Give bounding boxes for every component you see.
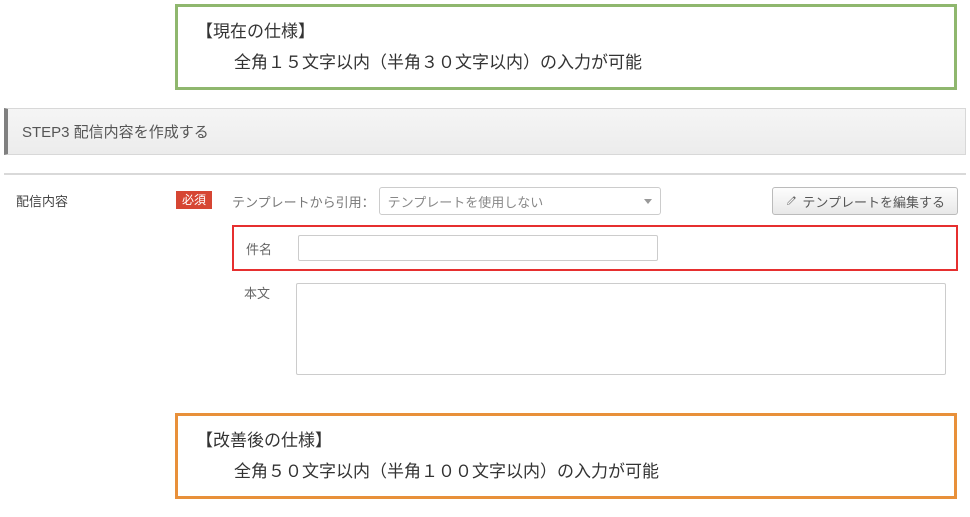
template-label: テンプレートから引用： [232, 192, 375, 211]
subject-label: 件名 [246, 239, 288, 258]
chevron-down-icon [644, 199, 652, 204]
template-select-value: テンプレートを使用しない [388, 192, 544, 211]
callout-improved-desc: 全角５０文字以内（半角１００文字以内）の入力が可能 [196, 457, 936, 482]
subject-row-highlight: 件名 [232, 225, 958, 271]
body-label: 本文 [244, 283, 286, 302]
edit-template-label: テンプレートを編集する [802, 192, 945, 211]
template-select[interactable]: テンプレートを使用しない [379, 187, 661, 215]
subject-input[interactable] [298, 235, 658, 261]
required-badge: 必須 [176, 191, 212, 209]
callout-improved-title: 【改善後の仕様】 [196, 426, 936, 451]
callout-current-title: 【現在の仕様】 [196, 17, 936, 42]
edit-template-button[interactable]: テンプレートを編集する [772, 187, 958, 215]
left-column: 配信内容 必須 [4, 175, 224, 226]
body-row: 本文 [232, 279, 958, 379]
callout-current-desc: 全角１５文字以内（半角３０文字以内）の入力が可能 [196, 48, 936, 73]
body-textarea[interactable] [296, 283, 946, 375]
form-panel: 配信内容 必須 テンプレートから引用： テンプレートを使用しない テンプレートを… [4, 173, 966, 387]
callout-improved-spec: 【改善後の仕様】 全角５０文字以内（半角１００文字以内）の入力が可能 [175, 413, 957, 499]
callout-current-spec: 【現在の仕様】 全角１５文字以内（半角３０文字以内）の入力が可能 [175, 4, 957, 90]
right-column: テンプレートから引用： テンプレートを使用しない テンプレートを編集する 件名 [224, 175, 966, 387]
step-header: STEP3 配信内容を作成する [4, 108, 966, 155]
section-label: 配信内容 [16, 191, 68, 210]
template-row: テンプレートから引用： テンプレートを使用しない テンプレートを編集する [232, 187, 958, 215]
pencil-icon [785, 195, 797, 207]
